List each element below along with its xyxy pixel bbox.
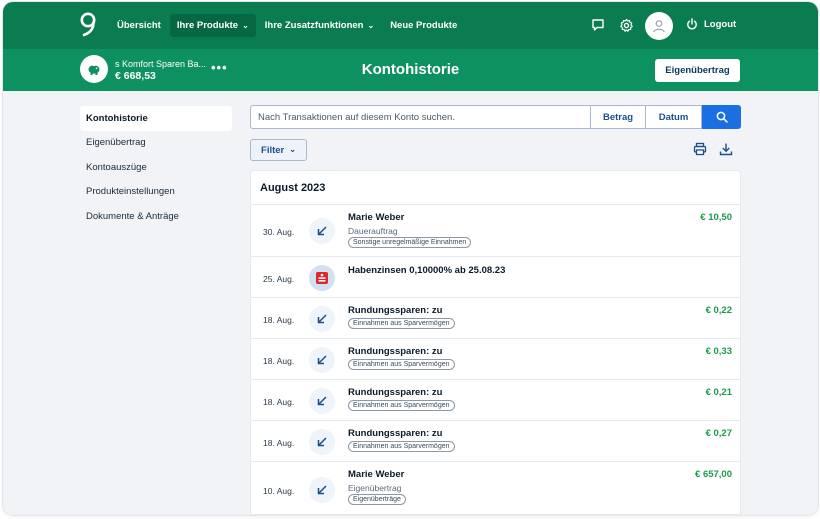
sidebar-item-statements[interactable]: Kontoauszüge (80, 155, 232, 180)
category-tag: Einnahmen aus Sparvermögen (348, 359, 455, 370)
nav-item-label: Neue Produkte (390, 20, 458, 31)
transaction-date: 18. Aug. (263, 355, 295, 366)
date-button[interactable]: Datum (646, 105, 702, 129)
app-window: Übersicht Ihre Produkte ⌄ Ihre Zusatzfunk… (3, 2, 818, 515)
nav-item-label: Ihre Produkte (176, 20, 239, 31)
logout-button[interactable]: Logout (686, 18, 736, 30)
category-tag: Einnahmen aus Sparvermögen (348, 441, 455, 452)
search-button[interactable] (702, 105, 741, 129)
search-icon (716, 111, 728, 123)
category-tag: Eigenüberträge (348, 494, 406, 505)
logout-label: Logout (704, 18, 737, 30)
top-navigation: Übersicht Ihre Produkte ⌄ Ihre Zusatzfunk… (3, 2, 818, 49)
transaction-date: 25. Aug. (263, 273, 295, 284)
nav-item-extras[interactable]: Ihre Zusatzfunktionen ⌄ (258, 14, 381, 37)
transaction-row[interactable]: 30. Aug. Marie Weber Dauerauftrag Sonstige… (251, 205, 740, 257)
transaction-date: 18. Aug. (263, 396, 295, 407)
transaction-title: Rundungssparen: zu (348, 428, 443, 439)
nav-item-new-products[interactable]: Neue Produkte (383, 14, 464, 37)
arrow-down-left-icon (309, 346, 335, 373)
search-input[interactable]: Nach Transaktionen auf diesem Konto such… (250, 105, 591, 129)
transaction-rows: 30. Aug. Marie Weber Dauerauftrag Sonstige… (251, 205, 740, 514)
gear-icon[interactable] (616, 15, 636, 35)
transaction-row[interactable]: 25. Aug. Habenzinsen 0,10000% ab 25.08.2… (251, 257, 740, 298)
sparkasse-icon (309, 264, 335, 291)
transaction-row[interactable]: 18. Aug. Rundungssparen: zu Einnahmen aus… (251, 298, 740, 339)
nav-item-label: Ihre Zusatzfunktionen (264, 20, 364, 31)
sidebar: Kontohistorie Eigenübertrag Kontoauszüge… (80, 106, 232, 229)
avatar[interactable] (645, 12, 673, 40)
chevron-down-icon: ⌄ (289, 145, 296, 154)
transaction-title: Rundungssparen: zu (348, 387, 443, 398)
arrow-down-left-icon (309, 218, 335, 244)
transaction-date: 30. Aug. (263, 227, 295, 237)
bank-logo-icon[interactable] (79, 12, 97, 38)
arrow-down-left-icon (309, 305, 335, 332)
transaction-row[interactable]: 18. Aug. Rundungssparen: zu Einnahmen aus… (251, 380, 740, 421)
transaction-subtitle: Eigenübertrag (348, 483, 402, 493)
transaction-title: Marie Weber (348, 469, 405, 480)
print-icon[interactable] (693, 142, 707, 156)
transaction-title: Rundungssparen: zu (348, 346, 443, 357)
nav-item-overview[interactable]: Übersicht (110, 14, 168, 37)
sidebar-item-documents[interactable]: Dokumente & Anträge (80, 204, 232, 229)
account-bar: s Komfort Sparen Ba... € 668,53 ••• Kont… (3, 49, 818, 91)
arrow-down-left-icon (309, 428, 335, 455)
main-nav: Übersicht Ihre Produkte ⌄ Ihre Zusatzfunk… (110, 14, 466, 37)
category-tag: Einnahmen aus Sparvermögen (348, 318, 455, 329)
toolbar (693, 142, 733, 156)
transaction-subtitle: Dauerauftrag (348, 226, 398, 236)
sidebar-item-product-settings[interactable]: Produkteinstellungen (80, 180, 232, 205)
nav-item-products[interactable]: Ihre Produkte ⌄ (169, 14, 256, 37)
transaction-title: Marie Weber (348, 212, 405, 223)
user-icon (653, 20, 665, 33)
sidebar-item-history[interactable]: Kontohistorie (80, 106, 232, 131)
transaction-date: 18. Aug. (263, 314, 295, 325)
month-heading: August 2023 (251, 171, 740, 205)
messages-icon[interactable] (588, 15, 608, 35)
transaction-row[interactable]: 10. Aug. Marie Weber Eigenübertrag Eigenüb… (251, 462, 740, 514)
transaction-amount: € 0,21 (705, 387, 732, 398)
transfer-button[interactable]: Eigenübertrag (655, 59, 740, 82)
search-bar: Nach Transaktionen auf diesem Konto such… (250, 105, 741, 129)
chevron-down-icon: ⌄ (242, 20, 249, 30)
transaction-row[interactable]: 18. Aug. Rundungssparen: zu Einnahmen aus… (251, 339, 740, 380)
sidebar-item-transfer[interactable]: Eigenübertrag (80, 131, 232, 156)
transaction-row[interactable]: 18. Aug. Rundungssparen: zu Einnahmen aus… (251, 421, 740, 462)
transaction-amount: € 657,00 (695, 469, 732, 480)
transaction-title: Rundungssparen: zu (348, 305, 443, 316)
arrow-down-left-icon (309, 476, 335, 503)
amount-button[interactable]: Betrag (591, 105, 646, 129)
category-tag: Einnahmen aus Sparvermögen (348, 400, 455, 411)
chevron-down-icon: ⌄ (367, 20, 375, 30)
transaction-list: August 2023 30. Aug. Marie Weber Dauerauf… (250, 170, 741, 515)
arrow-down-left-icon (309, 387, 335, 414)
transaction-amount: € 0,27 (705, 428, 732, 439)
transaction-title: Habenzinsen 0,10000% ab 25.08.23 (348, 265, 506, 276)
transaction-amount: € 0,33 (705, 346, 732, 357)
nav-item-label: Übersicht (117, 20, 161, 31)
transaction-amount: € 10,50 (700, 212, 732, 223)
transaction-date: 18. Aug. (263, 437, 295, 448)
filter-button[interactable]: Filter ⌄ (250, 139, 307, 161)
download-icon[interactable] (719, 142, 733, 156)
filter-label: Filter (261, 144, 285, 156)
transaction-amount: € 0,22 (705, 305, 732, 316)
transaction-date: 10. Aug. (263, 485, 295, 496)
power-icon (687, 18, 697, 30)
category-tag: Sonstige unregelmäßige Einnahmen (348, 237, 472, 248)
